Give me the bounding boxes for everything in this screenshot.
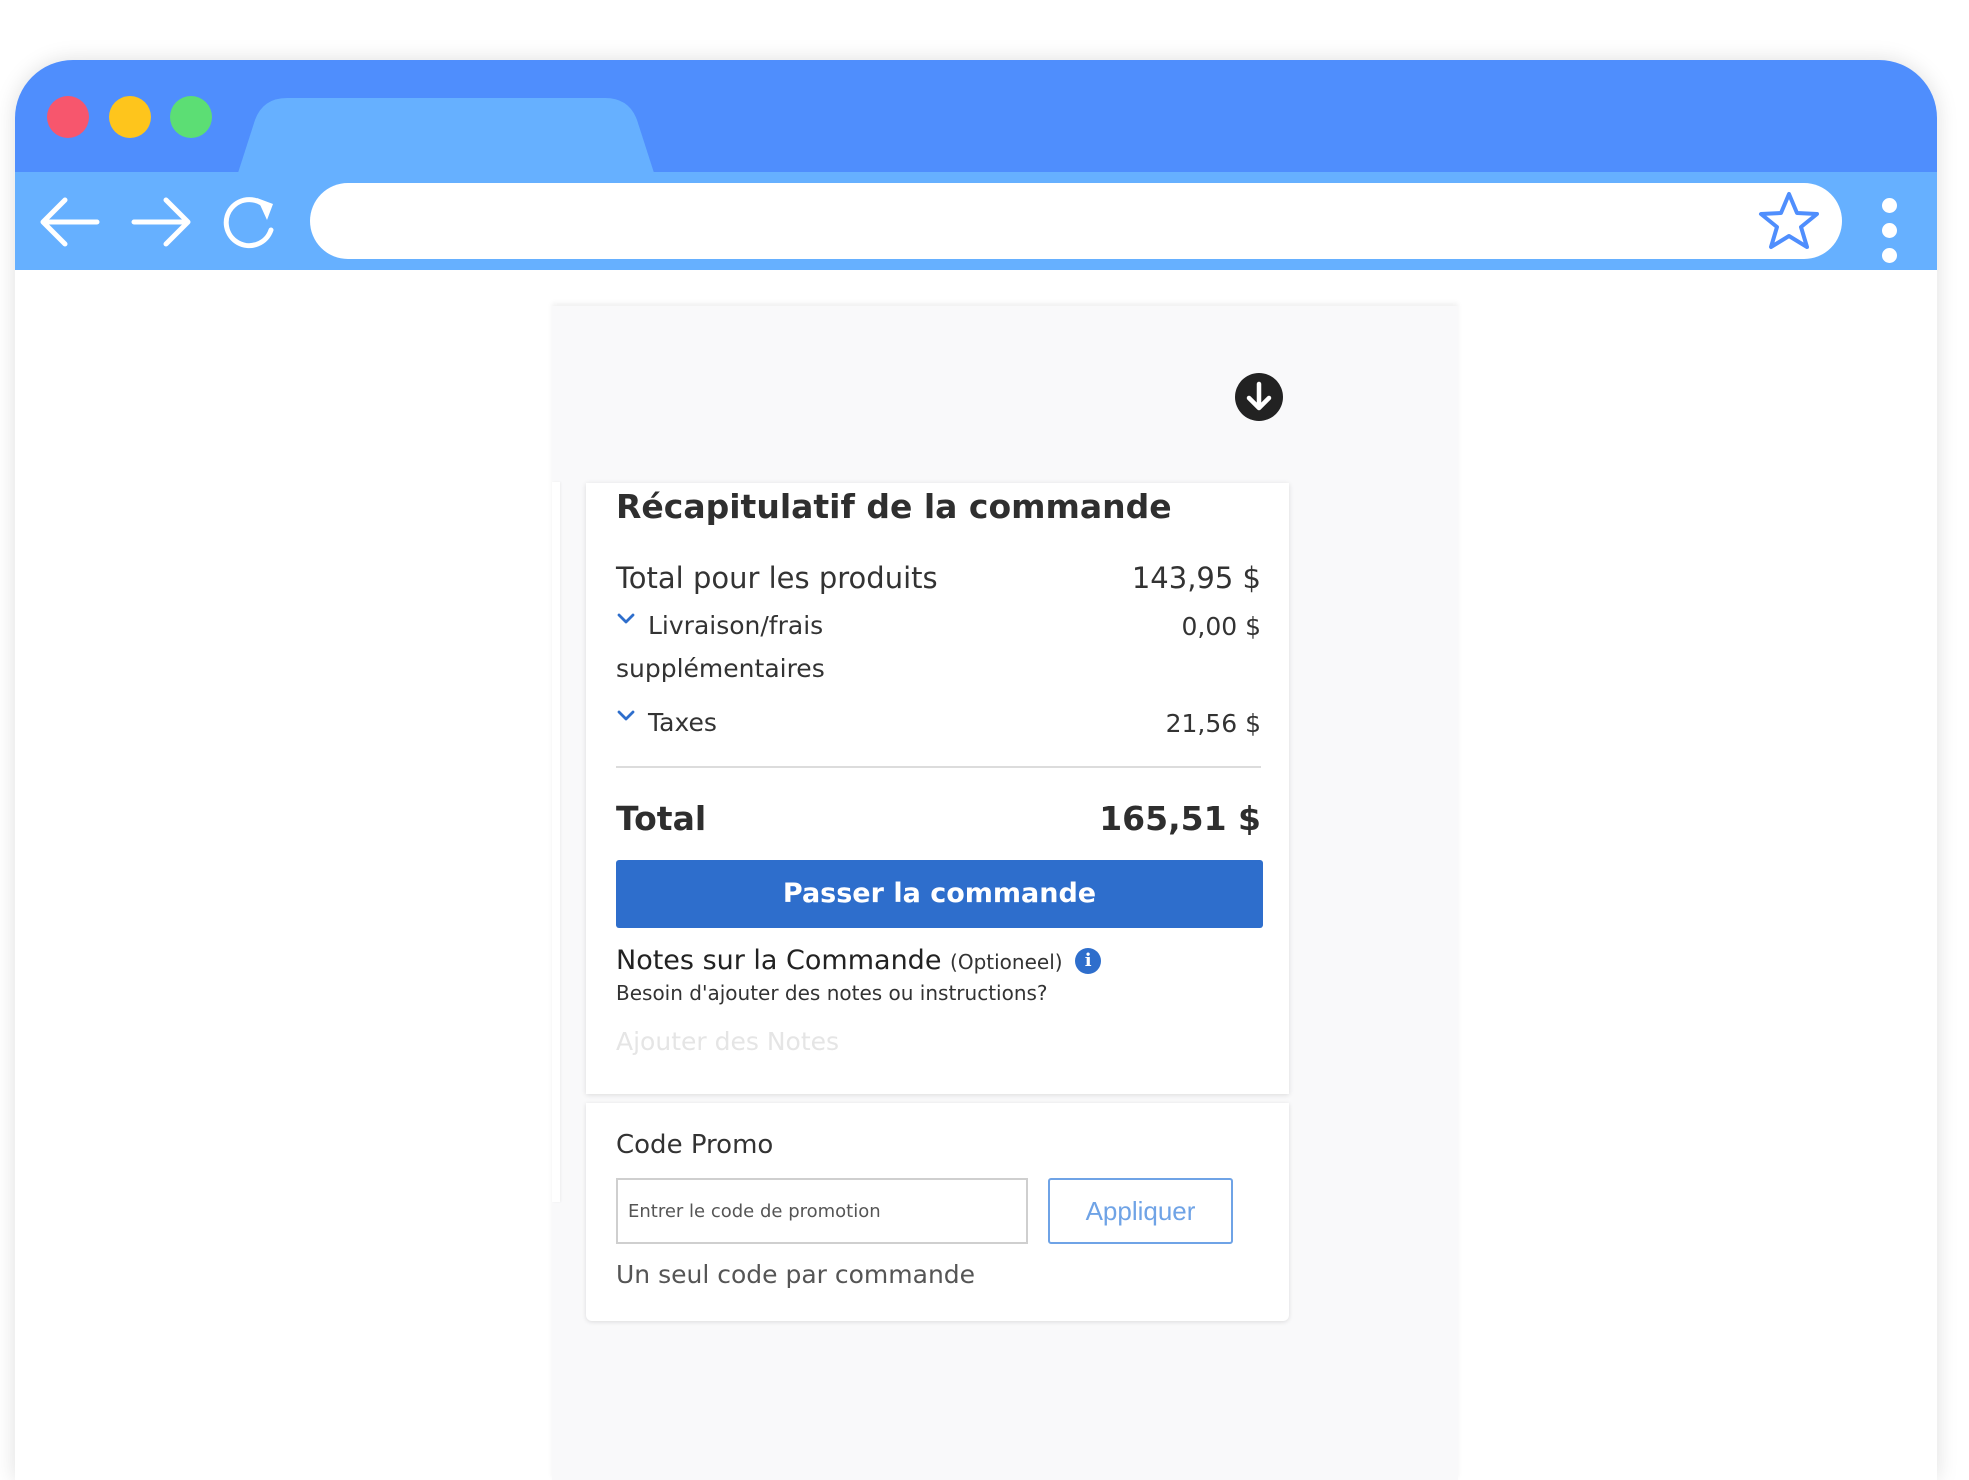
order-notes-input[interactable]: [616, 1018, 1256, 1064]
taxes-label[interactable]: Taxes: [616, 701, 846, 744]
reload-icon[interactable]: [217, 194, 285, 250]
grand-total-value: 165,51 $: [1099, 799, 1261, 838]
order-summary-card: Récapitulatif de la commande Total pour …: [586, 483, 1289, 1094]
promo-code-card: Code Promo Appliquer Un seul code par co…: [586, 1103, 1289, 1321]
maximize-window-button[interactable]: [170, 96, 212, 138]
place-order-button[interactable]: Passer la commande: [616, 860, 1263, 928]
shipping-label-line-2: supplémentaires: [616, 654, 825, 683]
browser-tab[interactable]: [237, 98, 655, 176]
grand-total-label: Total: [616, 799, 707, 838]
taxes-value: 21,56 $: [1165, 709, 1261, 738]
page-content: Récapitulatif de la commande Total pour …: [552, 306, 1458, 1480]
menu-dots-icon[interactable]: [1879, 198, 1899, 268]
promo-title: Code Promo: [616, 1130, 774, 1160]
order-notes-optional: (Optioneel): [950, 950, 1063, 974]
shipping-label-line-1: Livraison/frais: [648, 611, 824, 640]
browser-window: Récapitulatif de la commande Total pour …: [15, 60, 1937, 1480]
tab-bar: [15, 60, 1937, 172]
back-arrow-icon[interactable]: [35, 194, 103, 250]
promo-code-input[interactable]: [616, 1178, 1028, 1244]
info-icon[interactable]: i: [1075, 948, 1102, 974]
order-notes-heading: Notes sur la Commande (Optioneel) i: [616, 945, 1102, 976]
chevron-down-icon: [617, 613, 635, 624]
forward-arrow-icon[interactable]: [128, 194, 196, 250]
products-total-value: 143,95 $: [1131, 561, 1261, 595]
minimize-window-button[interactable]: [109, 96, 151, 138]
shipping-value: 0,00 $: [1181, 612, 1261, 641]
shipping-label[interactable]: Livraison/frais supplémentaires: [616, 604, 846, 690]
chevron-down-icon: [617, 710, 635, 721]
bookmark-star-icon[interactable]: [1756, 189, 1822, 253]
side-panel-edge: [552, 482, 560, 1202]
promo-note: Un seul code par commande: [616, 1260, 976, 1289]
order-notes-subtitle: Besoin d'ajouter des notes ou instructio…: [616, 981, 1048, 1005]
apply-promo-button[interactable]: Appliquer: [1048, 1178, 1233, 1244]
close-window-button[interactable]: [47, 96, 89, 138]
browser-toolbar: [15, 172, 1937, 270]
summary-divider: [616, 766, 1261, 768]
taxes-label-text: Taxes: [648, 708, 717, 737]
address-bar[interactable]: [310, 183, 1842, 259]
products-total-label: Total pour les produits: [616, 561, 938, 595]
download-icon[interactable]: [1235, 373, 1283, 421]
order-notes-title: Notes sur la Commande: [616, 945, 942, 976]
summary-title: Récapitulatif de la commande: [616, 487, 1172, 526]
